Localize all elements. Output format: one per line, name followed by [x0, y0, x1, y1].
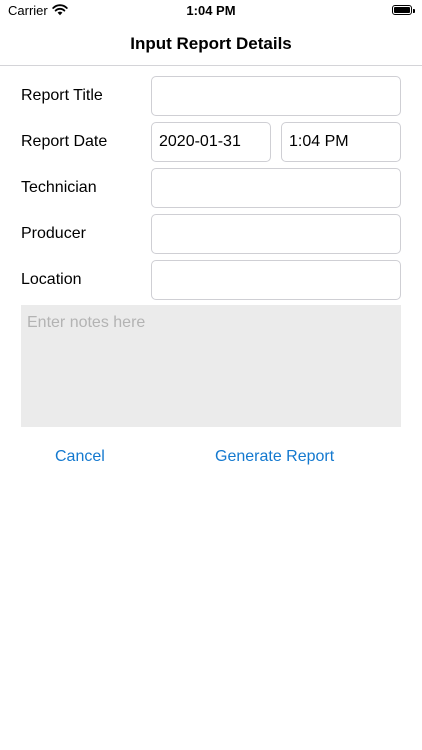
producer-field[interactable]: [151, 214, 401, 254]
report-details-screen: Carrier 1:04 PM Input Report Details Rep…: [0, 0, 422, 750]
report-date-value: 2020-01-31: [159, 133, 241, 150]
notes-textarea[interactable]: Enter notes here: [21, 305, 401, 427]
report-time-field[interactable]: 1:04 PM: [281, 122, 401, 162]
report-date-field[interactable]: 2020-01-31: [151, 122, 271, 162]
report-title-label: Report Title: [21, 87, 103, 104]
report-date-label: Report Date: [21, 133, 108, 150]
cancel-button[interactable]: Cancel: [55, 448, 105, 466]
location-label: Location: [21, 271, 82, 288]
status-time: 1:04 PM: [186, 3, 236, 18]
technician-label: Technician: [21, 179, 97, 196]
notes-placeholder: Enter notes here: [27, 314, 146, 331]
report-title-field[interactable]: [151, 76, 401, 116]
generate-report-button[interactable]: Generate Report: [215, 448, 334, 466]
location-field[interactable]: [151, 260, 401, 300]
page-title: Input Report Details: [130, 34, 292, 53]
navigation-bar: Input Report Details: [0, 22, 422, 66]
report-time-value: 1:04 PM: [289, 133, 349, 150]
producer-label: Producer: [21, 225, 86, 242]
status-bar: Carrier 1:04 PM: [0, 0, 422, 22]
technician-field[interactable]: [151, 168, 401, 208]
battery-icon: [392, 5, 415, 15]
